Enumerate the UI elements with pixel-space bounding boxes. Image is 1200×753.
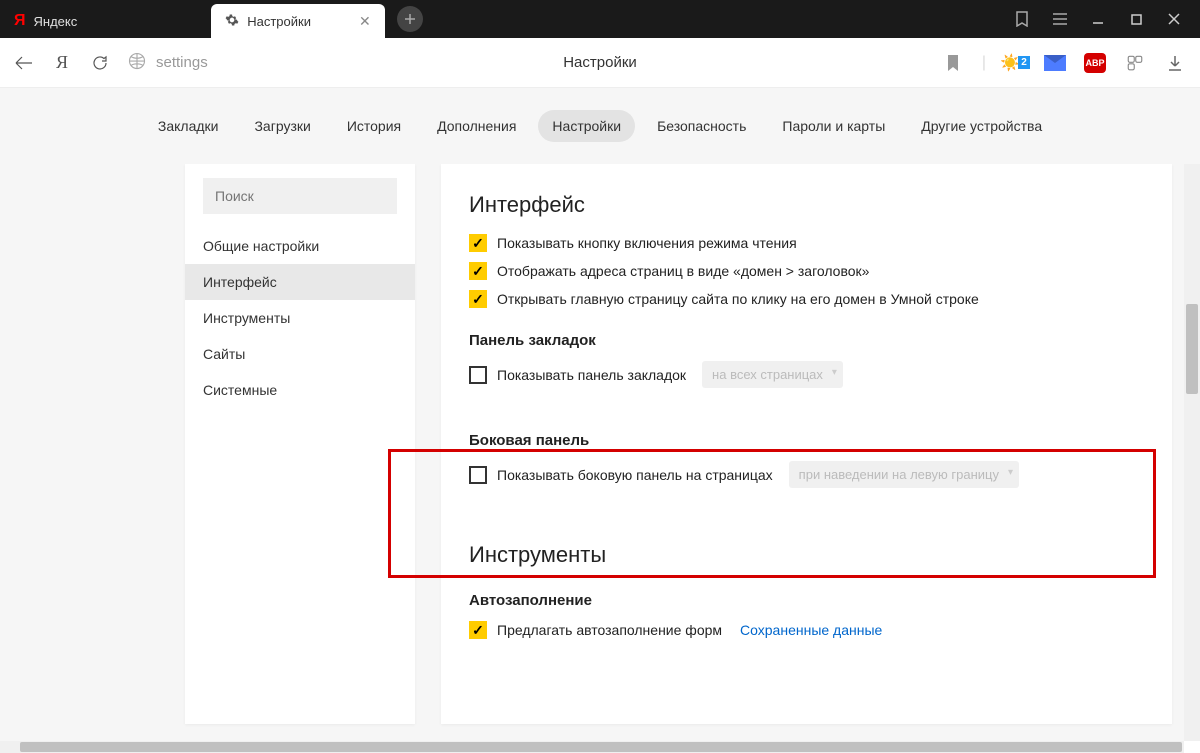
back-button[interactable] bbox=[14, 53, 34, 73]
check-domain-click-row: Открывать главную страницу сайта по клик… bbox=[469, 290, 1144, 308]
search-input[interactable] bbox=[203, 178, 397, 214]
topnav-devices[interactable]: Другие устройства bbox=[907, 110, 1056, 142]
adblock-extension-icon[interactable]: ABP bbox=[1084, 52, 1106, 74]
sub-bookmarks-panel: Панель закладок bbox=[469, 332, 1144, 349]
check-label: Отображать адреса страниц в виде «домен … bbox=[497, 263, 869, 279]
sidebar-item-sites[interactable]: Сайты bbox=[185, 336, 415, 372]
check-address-format-row: Отображать адреса страниц в виде «домен … bbox=[469, 262, 1144, 280]
check-label: Открывать главную страницу сайта по клик… bbox=[497, 291, 979, 307]
settings-content: Закладки Загрузки История Дополнения Нас… bbox=[0, 88, 1200, 741]
horizontal-scrollbar[interactable] bbox=[0, 741, 1184, 753]
sidebar-item-tools[interactable]: Инструменты bbox=[185, 300, 415, 336]
titlebar-right bbox=[1014, 11, 1200, 27]
search-box bbox=[185, 164, 415, 228]
maximize-button[interactable] bbox=[1128, 11, 1144, 27]
tab-yandex[interactable]: Я Яндекс bbox=[0, 4, 91, 38]
gear-icon bbox=[225, 13, 239, 30]
select-bookmarks-scope[interactable]: на всех страницах bbox=[702, 361, 843, 388]
address-bar: Я settings Настройки | ☀️ 2 ABP bbox=[0, 38, 1200, 88]
titlebar: Я Яндекс Настройки ✕ bbox=[0, 0, 1200, 38]
downloads-icon[interactable] bbox=[1164, 52, 1186, 74]
section-interface-title: Интерфейс bbox=[469, 192, 1144, 218]
checkbox-address-format[interactable] bbox=[469, 262, 487, 280]
topnav-downloads[interactable]: Загрузки bbox=[240, 110, 324, 142]
link-saved-data[interactable]: Сохраненные данные bbox=[740, 622, 882, 638]
check-reader-mode-row: Показывать кнопку включения режима чтени… bbox=[469, 234, 1144, 252]
check-autofill-row: Предлагать автозаполнение форм Сохраненн… bbox=[469, 621, 1144, 639]
reload-button[interactable] bbox=[90, 53, 110, 73]
section-tools-title: Инструменты bbox=[469, 542, 1144, 568]
check-side-panel-row: Показывать боковую панель на страницах п… bbox=[469, 461, 1144, 488]
close-button[interactable] bbox=[1166, 11, 1182, 27]
bookmark-icon[interactable] bbox=[1014, 11, 1030, 27]
sub-autofill: Автозаполнение bbox=[469, 592, 1144, 609]
bookmark-flag-icon[interactable] bbox=[942, 52, 964, 74]
sidebar-item-interface[interactable]: Интерфейс bbox=[185, 264, 415, 300]
check-label: Показывать кнопку включения режима чтени… bbox=[497, 235, 797, 251]
close-tab-icon[interactable]: ✕ bbox=[359, 13, 371, 30]
scrollbar-thumb[interactable] bbox=[1186, 304, 1198, 394]
tab-settings[interactable]: Настройки ✕ bbox=[211, 4, 384, 38]
url-text: settings bbox=[156, 54, 208, 71]
menu-icon[interactable] bbox=[1052, 11, 1068, 27]
sub-side-panel: Боковая панель bbox=[469, 432, 1144, 449]
select-side-panel-mode[interactable]: при наведении на левую границу bbox=[789, 461, 1019, 488]
extensions-icon[interactable] bbox=[1124, 52, 1146, 74]
topnav-settings[interactable]: Настройки bbox=[538, 110, 635, 142]
check-label: Показывать боковую панель на страницах bbox=[497, 467, 773, 483]
topnav-extensions[interactable]: Дополнения bbox=[423, 110, 530, 142]
tab-label: Яндекс bbox=[34, 14, 78, 29]
settings-topnav: Закладки Загрузки История Дополнения Нас… bbox=[0, 88, 1200, 164]
checkbox-reader-mode[interactable] bbox=[469, 234, 487, 252]
checkbox-side-panel[interactable] bbox=[469, 466, 487, 484]
minimize-button[interactable] bbox=[1090, 11, 1106, 27]
check-bookmarks-panel-row: Показывать панель закладок на всех стран… bbox=[469, 361, 1144, 388]
topnav-history[interactable]: История bbox=[333, 110, 415, 142]
checkbox-autofill[interactable] bbox=[469, 621, 487, 639]
sidebar-item-system[interactable]: Системные bbox=[185, 372, 415, 408]
mail-extension-icon[interactable] bbox=[1044, 52, 1066, 74]
page-title: Настройки bbox=[563, 54, 637, 71]
yandex-logo-icon: Я bbox=[14, 12, 26, 30]
vertical-scrollbar[interactable] bbox=[1184, 88, 1200, 741]
check-label: Предлагать автозаполнение форм bbox=[497, 622, 722, 638]
checkbox-bookmarks-panel[interactable] bbox=[469, 366, 487, 384]
new-tab-button[interactable] bbox=[397, 6, 423, 32]
settings-main: Интерфейс Показывать кнопку включения ре… bbox=[441, 164, 1172, 724]
sidebar-item-general[interactable]: Общие настройки bbox=[185, 228, 415, 264]
yandex-home-icon[interactable]: Я bbox=[52, 53, 72, 73]
checkbox-domain-click[interactable] bbox=[469, 290, 487, 308]
topnav-security[interactable]: Безопасность bbox=[643, 110, 760, 142]
weather-extension-icon[interactable]: ☀️ 2 bbox=[1004, 52, 1026, 74]
check-label: Показывать панель закладок bbox=[497, 367, 686, 383]
scrollbar-h-thumb[interactable] bbox=[20, 742, 1182, 752]
topnav-passwords[interactable]: Пароли и карты bbox=[768, 110, 899, 142]
weather-badge: 2 bbox=[1018, 56, 1030, 69]
addrbar-extensions: | ☀️ 2 ABP bbox=[942, 52, 1186, 74]
topnav-bookmarks[interactable]: Закладки bbox=[144, 110, 233, 142]
settings-sidebar: Общие настройки Интерфейс Инструменты Са… bbox=[185, 164, 415, 724]
tab-label: Настройки bbox=[247, 14, 311, 29]
site-icon bbox=[128, 52, 146, 74]
url-area[interactable]: settings bbox=[128, 52, 208, 74]
